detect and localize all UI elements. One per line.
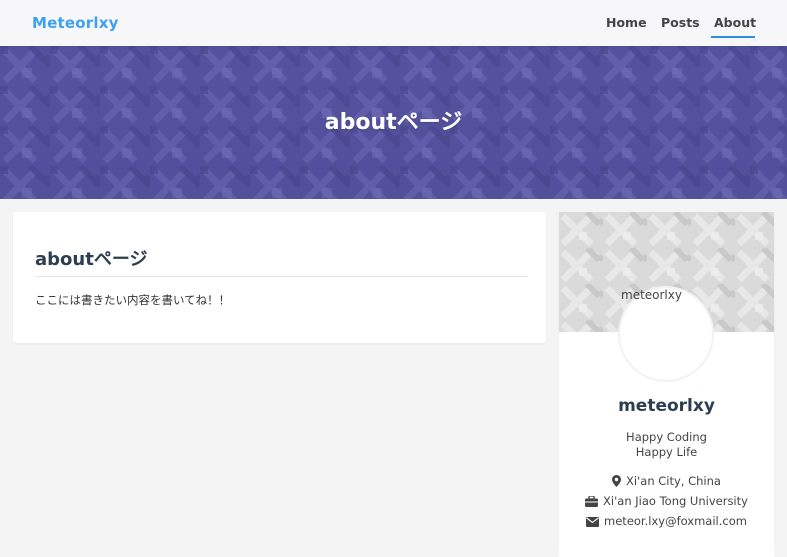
top-navbar: Meteorlxy Home Posts About bbox=[0, 0, 787, 46]
title-divider bbox=[35, 276, 528, 277]
profile-name: meteorlxy bbox=[618, 396, 715, 416]
map-marker-icon bbox=[612, 475, 622, 490]
profile-bio-line-2: Happy Life bbox=[635, 445, 698, 459]
avatar-alt-text: meteorlxy bbox=[621, 288, 682, 302]
nav-active-indicator bbox=[711, 36, 755, 38]
nav-home-link[interactable]: Home bbox=[606, 15, 647, 30]
hero-title: aboutページ bbox=[324, 110, 463, 135]
profile-location: Xi'an City, China bbox=[559, 474, 774, 490]
profile-card: meteorlxy meteorlxy Happy Coding Happy L… bbox=[559, 212, 774, 545]
profile-organization: Xi'an Jiao Tong University bbox=[559, 494, 774, 510]
profile-location-text: Xi'an City, China bbox=[626, 474, 721, 488]
hero-banner: aboutページ bbox=[0, 46, 787, 199]
next-sidebar-card bbox=[559, 545, 774, 557]
page-title: aboutページ bbox=[35, 249, 148, 270]
nav-about-link[interactable]: About bbox=[714, 15, 756, 30]
profile-bio-line-1: Happy Coding bbox=[626, 430, 707, 444]
profile-email-link[interactable]: meteor.lxy@foxmail.com bbox=[604, 514, 747, 528]
content-card: aboutページ ここには書きたい内容を書いてね！！ bbox=[13, 212, 546, 343]
page-body-text: ここには書きたい内容を書いてね！！ bbox=[35, 293, 231, 307]
profile-organization-text: Xi'an Jiao Tong University bbox=[603, 494, 748, 508]
site-brand-link[interactable]: Meteorlxy bbox=[32, 14, 119, 32]
profile-email: meteor.lxy@foxmail.com bbox=[559, 514, 774, 530]
nav-posts-link[interactable]: Posts bbox=[661, 15, 700, 30]
envelope-icon bbox=[586, 516, 600, 530]
briefcase-icon bbox=[585, 495, 599, 510]
